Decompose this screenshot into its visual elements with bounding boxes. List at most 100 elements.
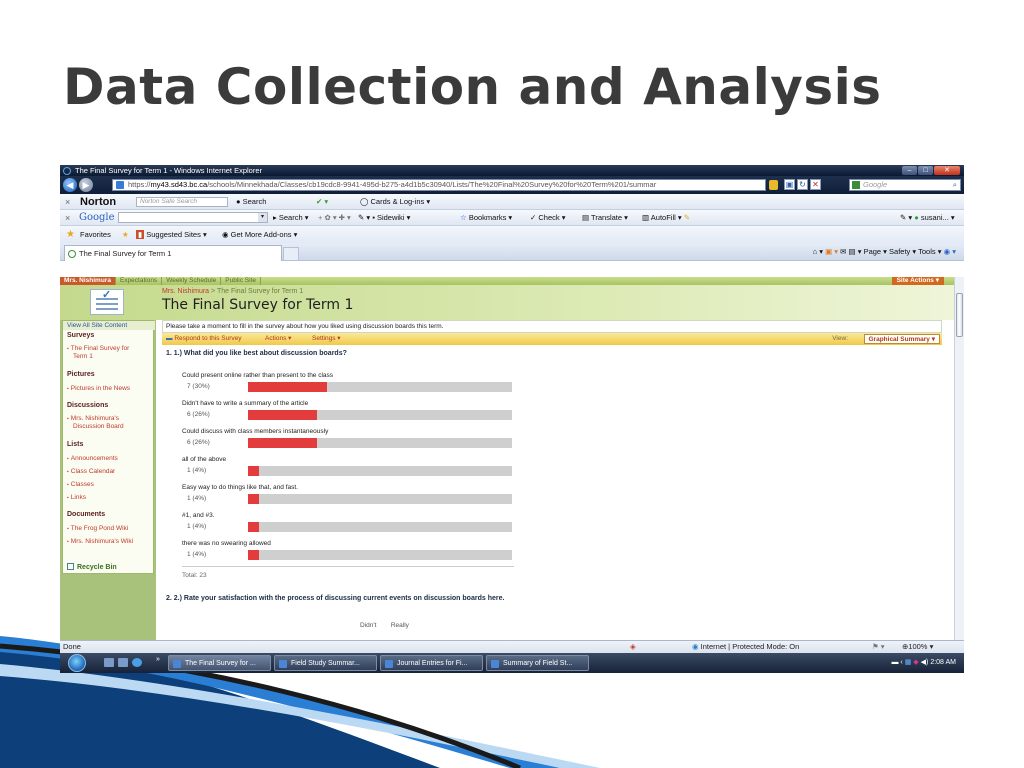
show-desktop-icon[interactable] [104, 658, 114, 667]
tray-clock[interactable]: 2:08 AM [930, 659, 956, 666]
survey-link[interactable]: The Final Survey for [67, 345, 130, 353]
discussion-board-link[interactable]: Mrs. Nishimura's [67, 415, 119, 423]
breadcrumb-root[interactable]: Mrs. Nishimura [162, 288, 209, 295]
norton-search-button[interactable]: ● Search [236, 194, 266, 210]
new-tab-button[interactable] [283, 247, 299, 260]
maximize-button[interactable]: □ [918, 166, 933, 175]
nishimura-wiki-link[interactable]: Mrs. Nishimura's Wiki [67, 538, 133, 546]
bookmarks-button[interactable]: ☆ Bookmarks ▾ [460, 210, 512, 226]
chevron-down-icon[interactable]: ▾ [258, 213, 267, 222]
pictures-news-label: Pictures in the News [70, 385, 131, 392]
tray-volume-icon[interactable]: ◀) [921, 659, 929, 666]
class-calendar-link[interactable]: Class Calendar [67, 468, 115, 476]
discussions-heading[interactable]: Discussions [67, 402, 108, 409]
discussion-board-line1: Mrs. Nishimura's [70, 415, 119, 422]
autofill-button[interactable]: ▥ AutoFill ▾ ✎ [642, 210, 690, 226]
user-account-button[interactable]: ✎ ▾ ● susani... ▾ [900, 210, 955, 226]
favorites-button[interactable]: Favorites [80, 226, 111, 243]
google-search-input[interactable]: ▾ [118, 212, 268, 223]
lock-icon[interactable] [769, 180, 778, 190]
survey-link-line2[interactable]: Term 1 [73, 353, 93, 360]
tab-final-survey[interactable]: The Final Survey for Term 1 [64, 245, 282, 261]
zoom-control[interactable]: ⊕100% ▾ [902, 641, 933, 653]
classes-link[interactable]: Classes [67, 481, 94, 489]
announcements-link[interactable]: Announcements [67, 455, 118, 463]
question-1-title: 1. 1.) What did you like best about disc… [166, 350, 347, 357]
feeds-icon[interactable]: ▣ ▾ [825, 247, 838, 256]
security-zone[interactable]: ◉ Internet | Protected Mode: On [692, 641, 799, 653]
recycle-bin-icon [67, 563, 74, 570]
tray-keyboard-icon[interactable]: ▬ [891, 659, 898, 666]
recycle-bin-link[interactable]: Recycle Bin [67, 563, 117, 571]
task-summary-field-study[interactable]: Summary of Field St... [486, 655, 589, 671]
result-bar-fill [248, 410, 317, 420]
close-google-toolbar-icon[interactable]: × [65, 210, 70, 226]
topnav-expectations[interactable]: Expectations [116, 277, 163, 285]
site-actions-button[interactable]: Site Actions ▾ [891, 277, 944, 285]
view-select[interactable]: Graphical Summary ▾ [863, 334, 940, 344]
check-button[interactable]: ✓ Check ▾ [530, 210, 566, 226]
minimize-button[interactable]: – [902, 166, 917, 175]
stop-icon[interactable]: ✕ [810, 179, 821, 190]
topnav-public-site[interactable]: Public Site [221, 277, 262, 285]
links-link[interactable]: Links [67, 494, 86, 502]
frog-pond-wiki-link[interactable]: The Frog Pond Wiki [67, 525, 128, 533]
quicklaunch-overflow-icon[interactable]: » [156, 656, 160, 663]
refresh-icon[interactable]: ↻ [797, 179, 808, 190]
settings-menu[interactable]: Settings ▾ [312, 333, 341, 345]
addons-link[interactable]: ◉ Get More Add-ons ▾ [222, 226, 297, 243]
task-journal-entries[interactable]: Journal Entries for Fi... [380, 655, 483, 671]
compat-view-icon[interactable]: ▣ [784, 179, 795, 190]
mail-icon[interactable]: ✉ [840, 247, 846, 256]
task-final-survey[interactable]: The Final Survey for ... [168, 655, 271, 671]
pictures-heading[interactable]: Pictures [67, 371, 95, 378]
cards-logins-button[interactable]: ◯ Cards & Log-ins ▾ [360, 194, 430, 210]
actions-menu[interactable]: Actions ▾ [265, 333, 291, 345]
surveys-heading[interactable]: Surveys [67, 332, 94, 339]
tools-menu[interactable]: Tools ▾ [918, 247, 941, 256]
respond-button[interactable]: ▬ Respond to this Survey [166, 333, 242, 345]
search-box[interactable]: Google ⌕ [849, 179, 961, 191]
page-scrollbar[interactable] [954, 277, 964, 640]
tray-overflow-icon[interactable]: ‹ [900, 659, 902, 666]
page-menu[interactable]: Page ▾ [864, 247, 887, 256]
sidewiki-button[interactable]: ✎ ▾ ▪ Sidewiki ▾ [358, 210, 410, 226]
lists-heading[interactable]: Lists [67, 441, 83, 448]
scrollbar-thumb[interactable] [956, 293, 963, 337]
popup-blocker-icon[interactable]: ⚑ ▾ [872, 641, 885, 653]
survey-toolbar: ▬ Respond to this Survey Actions ▾ Setti… [162, 333, 942, 345]
google-search-button[interactable]: ▸ Search ▾ [273, 210, 308, 226]
task-field-study-summary[interactable]: Field Study Summar... [274, 655, 377, 671]
addon-status-icon[interactable]: ◈ [630, 641, 636, 653]
safety-menu[interactable]: Safety ▾ [889, 247, 916, 256]
google-search-label: Search [278, 213, 303, 222]
check-label: Check [538, 213, 560, 222]
help-icon[interactable]: ◉ ▾ [944, 247, 956, 256]
switch-windows-icon[interactable] [118, 658, 128, 667]
tray-network-icon[interactable]: ▦ [905, 659, 912, 666]
discussion-board-line2[interactable]: Discussion Board [73, 423, 124, 430]
norton-check-icon[interactable]: ✔ ▾ [316, 194, 328, 210]
add-favorite-icon[interactable]: ★ [122, 226, 129, 243]
back-button[interactable]: ◀ [63, 178, 77, 192]
forward-button[interactable]: ▶ [79, 178, 93, 192]
tray-app-icon[interactable]: ◆ [913, 659, 918, 666]
home-icon[interactable]: ⌂ ▾ [813, 247, 823, 256]
view-all-content-link[interactable]: View All Site Content [63, 321, 155, 330]
start-button[interactable] [68, 654, 86, 672]
print-icon[interactable]: ▤ ▾ [849, 247, 862, 256]
pictures-news-link[interactable]: Pictures in the News [67, 385, 130, 393]
search-icon[interactable]: ⌕ [953, 180, 957, 190]
url-field[interactable]: https://my43.sd43.bc.ca/schools/Minnekha… [112, 179, 766, 191]
topnav-home[interactable]: Mrs. Nishimura [60, 277, 116, 285]
ie-quicklaunch-icon[interactable] [132, 658, 142, 667]
toolbar-tools-icons[interactable]: + ✿ ▾ ✚ ▾ [318, 210, 351, 226]
close-button[interactable]: ✕ [934, 166, 960, 175]
documents-heading[interactable]: Documents [67, 511, 105, 518]
norton-search-input[interactable]: Norton Safe Search [136, 197, 228, 207]
topnav-weekly-schedule[interactable]: Weekly Schedule [162, 277, 222, 285]
close-toolbar-icon[interactable]: × [65, 194, 70, 210]
status-text: Done [63, 642, 81, 651]
suggested-sites-link[interactable]: ▮ Suggested Sites ▾ [136, 226, 207, 243]
translate-button[interactable]: ▤ Translate ▾ [582, 210, 628, 226]
